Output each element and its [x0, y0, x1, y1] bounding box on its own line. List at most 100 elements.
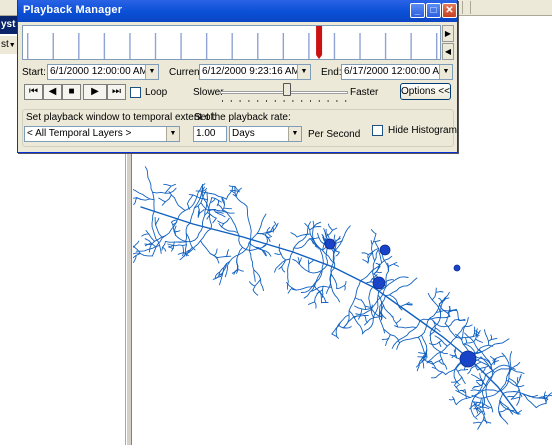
scroll-right-icon[interactable]: ▶ [442, 25, 454, 42]
river-segment [468, 368, 471, 373]
river-segment [237, 247, 243, 266]
time-histogram[interactable] [22, 25, 441, 60]
playback-manager-window: Playback Manager _ □ ✕ ▶ ◀ Start: 6/1/20… [17, 0, 458, 153]
river-segment [310, 222, 321, 230]
river-segment [162, 195, 171, 205]
go-to-start-button[interactable]: ⏮ [24, 84, 43, 100]
playback-speed-slider[interactable] [220, 82, 348, 104]
river-segment [134, 241, 139, 247]
hide-histogram-checkbox[interactable] [372, 125, 383, 136]
river-segment [253, 279, 261, 290]
river-segment [180, 229, 211, 260]
go-to-end-button[interactable]: ⏭ [107, 84, 126, 100]
river-segment [434, 341, 442, 345]
river-segment [385, 278, 417, 296]
river-segment [428, 293, 440, 313]
histogram-bar [385, 33, 386, 59]
current-time-marker[interactable] [316, 26, 322, 55]
scroll-left-icon[interactable]: ◀ [442, 43, 454, 60]
histogram-bar [410, 33, 411, 59]
playback-rate-input[interactable]: 1.00 [193, 126, 227, 142]
river-segment [156, 225, 162, 237]
river-segment [330, 268, 340, 302]
river-segment [473, 387, 478, 389]
river-segment [237, 258, 238, 269]
chevron-down-icon[interactable]: ▼ [166, 127, 179, 141]
playback-rate-value: 1.00 [196, 128, 215, 139]
river-segment [388, 262, 397, 266]
river-segment [456, 385, 460, 388]
histogram-bar [257, 33, 258, 59]
river-segment [374, 240, 380, 241]
histogram-bar [155, 33, 156, 59]
slider-thumb[interactable] [283, 83, 291, 96]
river-segment [513, 398, 520, 400]
playback-rate-unit-select[interactable]: Days ▼ [229, 126, 302, 142]
temporal-extent-value: < All Temporal Layers > [27, 128, 131, 139]
river-segment [458, 370, 468, 372]
end-time-value: 6/17/2000 12:00:00 AM [344, 66, 447, 77]
river-segment [134, 198, 137, 205]
gauge-station-marker[interactable] [325, 239, 335, 249]
gauge-station-marker[interactable] [460, 351, 476, 367]
temporal-extent-select[interactable]: < All Temporal Layers > ▼ [24, 126, 180, 142]
histogram-bar [359, 33, 360, 59]
chevron-down-icon[interactable]: ▼ [145, 65, 158, 79]
close-button[interactable]: ✕ [442, 3, 457, 18]
start-time-value: 6/1/2000 12:00:00 AM [50, 66, 148, 77]
river-segment [163, 247, 166, 251]
river-segment [169, 192, 185, 211]
river-segment [297, 234, 310, 237]
playback-rate-label: Set the playback rate: [194, 112, 291, 123]
maximize-button[interactable]: □ [426, 3, 441, 18]
river-segment [279, 251, 285, 261]
river-segment [439, 298, 442, 302]
river-segment [433, 359, 442, 364]
river-segment [332, 334, 339, 338]
river-segment [394, 264, 399, 267]
loop-label: Loop [145, 87, 167, 98]
river-segment [476, 339, 483, 343]
gauge-station-marker[interactable] [380, 245, 390, 255]
start-time-picker[interactable]: 6/1/2000 12:00:00 AM ▼ [47, 64, 159, 80]
current-time-picker[interactable]: 6/12/2000 9:23:16 AM ▼ [199, 64, 311, 80]
river-segment [386, 335, 391, 346]
river-segment [196, 191, 202, 192]
title-bar[interactable]: Playback Manager _ □ ✕ [18, 0, 457, 22]
chevron-down-icon[interactable]: ▼ [297, 65, 310, 79]
river-segment [287, 252, 292, 290]
river-segment [309, 260, 314, 264]
chevron-down-icon[interactable]: ▼ [439, 65, 452, 79]
play-button[interactable]: ▶ [83, 84, 107, 100]
river-segment [302, 267, 322, 273]
river-segment [164, 184, 172, 186]
end-time-picker[interactable]: 6/17/2000 12:00:00 AM ▼ [341, 64, 453, 80]
loop-checkbox[interactable] [130, 87, 141, 98]
river-segment [308, 302, 314, 305]
gauge-station-marker[interactable] [373, 277, 385, 289]
minimize-button[interactable]: _ [410, 3, 425, 18]
histogram-scrollbar[interactable]: ▶ ◀ [442, 25, 454, 60]
river-segment [473, 422, 481, 423]
river-segment [225, 240, 251, 277]
gauge-station-marker[interactable] [454, 265, 460, 271]
slider-ticks [220, 98, 348, 104]
river-segment [337, 286, 345, 289]
slower-label: Slower [193, 87, 224, 98]
stop-button[interactable]: ■ [62, 84, 81, 100]
river-segment [477, 382, 482, 386]
slider-tick [231, 100, 232, 102]
river-segment [183, 245, 184, 255]
river-segment [291, 233, 297, 237]
slider-tick [284, 100, 285, 102]
playback-rate-unit: Days [232, 128, 255, 139]
river-segment [520, 374, 522, 380]
river-segment [253, 290, 258, 295]
map-view[interactable] [133, 152, 552, 445]
histogram-bar [104, 33, 105, 59]
chevron-down-icon[interactable]: ▼ [288, 127, 301, 141]
step-back-button[interactable]: ◀ [43, 84, 62, 100]
river-segment [365, 315, 368, 322]
options-button[interactable]: Options << [400, 83, 451, 100]
river-segment [376, 272, 381, 273]
